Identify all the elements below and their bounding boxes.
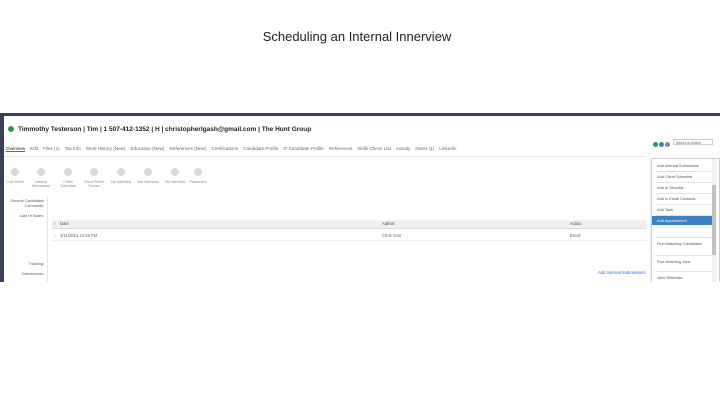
slide-title: Scheduling an Internal Innerview — [262, 29, 452, 44]
pipeline-step-dot[interactable] — [117, 168, 125, 176]
last-hr-notes-label: Last Hr Notes: — [19, 214, 44, 218]
tab-it-candidate-profile[interactable]: IT Candidate Profile — [283, 146, 324, 152]
status-dot-icon — [8, 126, 14, 132]
column-date[interactable]: Date — [60, 221, 69, 226]
expand-row-icon[interactable]: › — [54, 233, 55, 238]
row-date: 4/11/2013 12:58 PM — [60, 233, 98, 238]
pipeline-step-label: Client Submittal — [60, 180, 76, 189]
tab-overview[interactable]: Overview — [6, 146, 26, 152]
row-author: Chris Gott — [382, 233, 401, 238]
pipeline-step-dot[interactable] — [194, 168, 202, 176]
select-action-dropdown[interactable]: Select an Action — [673, 139, 713, 145]
add-submission-link[interactable]: Add Internal Submissions — [598, 270, 645, 275]
menu-scrollbar[interactable] — [712, 159, 716, 282]
tracking-label: Tracking: — [28, 262, 44, 266]
settings-icon[interactable] — [665, 142, 670, 147]
pipeline-step-label: Internal Submission — [31, 180, 51, 189]
tab-divider — [4, 156, 644, 157]
status-icon[interactable] — [653, 142, 658, 147]
column-author[interactable]: Author — [382, 221, 394, 226]
menu-divider — [655, 237, 713, 238]
menu-item-run-matching-jobs[interactable]: Run Matching Jobs — [652, 257, 716, 266]
pipeline-step-dot[interactable] — [37, 168, 45, 176]
pipeline-step-label: 3rd Interview — [164, 180, 186, 184]
tab-work-history[interactable]: Work History (New) — [86, 146, 126, 152]
tab-files[interactable]: Files (1) — [43, 146, 60, 152]
tab-certifications[interactable]: Certifications — [212, 146, 239, 152]
tab-linkedin[interactable]: Linkedin — [439, 146, 456, 152]
screenshot-panel: Timmothy Testerson | Tim | 1 507-412-135… — [0, 113, 720, 282]
caret-icon: › — [54, 221, 56, 226]
menu-scrollbar-thumb[interactable] — [712, 185, 716, 255]
pipeline-step-label: Client Phone Screen — [83, 180, 105, 189]
linkedin-icon[interactable] — [659, 142, 664, 147]
pipeline-step-dot[interactable] — [144, 168, 152, 176]
row-action: Email — [570, 233, 581, 238]
candidate-header: Timmothy Testerson | Tim | 1 507-412-135… — [8, 122, 311, 136]
action-menu: Add Internal Submission Add Client Submi… — [651, 158, 720, 282]
pipeline-step-label: 1st Interview — [110, 180, 132, 184]
menu-item-view-referrals[interactable]: View Referrals — [652, 273, 716, 282]
pipeline-step-label: Placement — [189, 180, 207, 184]
tab-candidate-profile[interactable]: Candidate Profile — [243, 146, 278, 152]
submissions-label: Submissions: — [21, 272, 44, 276]
tab-notes[interactable]: Notes (1) — [415, 146, 434, 152]
pipeline-step-dot[interactable] — [90, 168, 98, 176]
pipeline-step-label: 2nd Interview — [137, 180, 159, 184]
tab-bar: Overview Edit Files (1) Tax Info Work Hi… — [6, 146, 456, 152]
tab-tax-info[interactable]: Tax Info — [65, 146, 81, 152]
tab-references-new[interactable]: References (New) — [169, 146, 206, 152]
general-comments-label: General Candidates Comments: — [10, 199, 44, 208]
tab-skills-check-list[interactable]: Skills Check List — [357, 146, 390, 152]
menu-item-add-to-email-contacts[interactable]: Add to Email Contacts — [652, 194, 716, 203]
left-column-divider — [47, 196, 48, 282]
tab-activity[interactable]: Activity — [396, 146, 411, 152]
column-action[interactable]: Action — [570, 221, 582, 226]
menu-item-add-appointment[interactable]: Add Appointment — [652, 216, 716, 225]
menu-divider — [655, 255, 713, 256]
menu-item-add-internal-submission[interactable]: Add Internal Submission — [652, 161, 716, 170]
menu-item-find-matching-candidates[interactable]: Find Matching Candidates — [652, 239, 716, 248]
menu-item-add-to-shortlist[interactable]: Add to Shortlist — [652, 183, 716, 192]
pipeline-step-dot[interactable] — [11, 168, 19, 176]
pipeline-step-dot[interactable] — [171, 168, 179, 176]
table-header: › Date Author Action — [52, 220, 647, 229]
tab-edit[interactable]: Edit — [30, 146, 38, 152]
pipeline-step-label: Cold Sheet — [6, 180, 24, 184]
menu-item-add-client-submittal[interactable]: Add Client Submittal — [652, 172, 716, 181]
tab-references[interactable]: References — [329, 146, 353, 152]
menu-divider — [655, 271, 713, 272]
pipeline-step-dot[interactable] — [64, 168, 72, 176]
candidate-info: Timmothy Testerson | Tim | 1 507-412-135… — [18, 125, 312, 133]
tab-education[interactable]: Education (New) — [131, 146, 165, 152]
table-row[interactable]: › 4/11/2013 12:58 PM Chris Gott Email — [52, 232, 647, 241]
menu-item-add-task[interactable]: Add Task — [652, 205, 716, 214]
